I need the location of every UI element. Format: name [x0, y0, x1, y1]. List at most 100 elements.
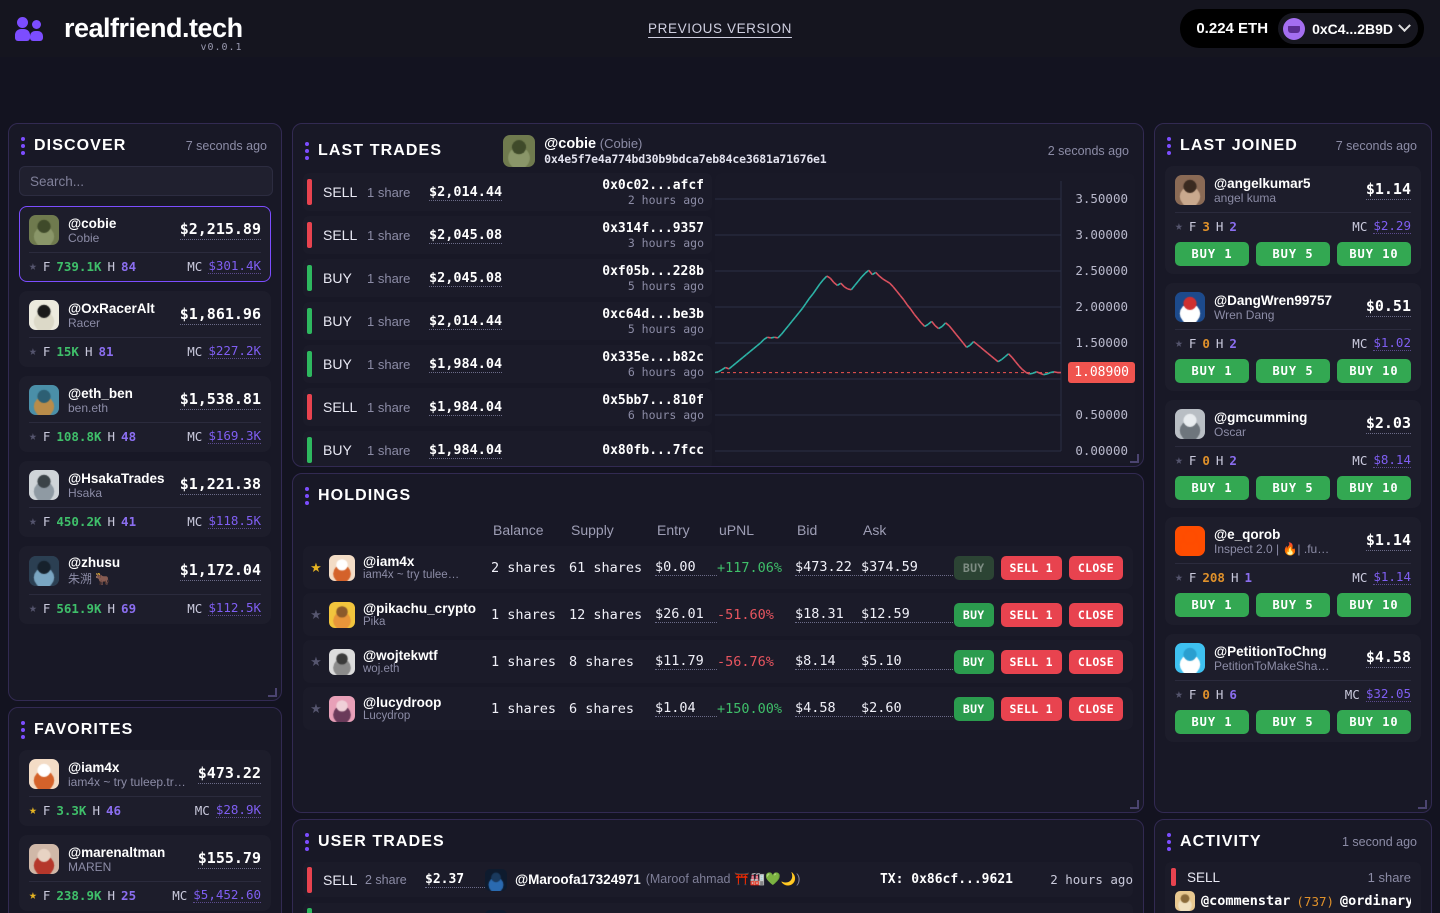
- favorite-star-icon[interactable]: ★: [29, 888, 37, 903]
- drag-handle-icon[interactable]: [1167, 832, 1171, 852]
- resize-handle-icon[interactable]: [1130, 800, 1139, 809]
- drag-handle-icon[interactable]: [305, 832, 309, 852]
- buy-button[interactable]: BUY 1: [1175, 476, 1249, 500]
- drag-handle-icon[interactable]: [305, 486, 309, 506]
- holding-bid: $18.31: [795, 606, 861, 623]
- favorite-star-icon[interactable]: ★: [1175, 570, 1183, 585]
- buy-button[interactable]: BUY: [954, 697, 994, 721]
- sell-button[interactable]: SELL 1: [1001, 603, 1062, 627]
- close-button[interactable]: CLOSE: [1069, 603, 1123, 627]
- favorite-star-icon[interactable]: ★: [1175, 336, 1183, 351]
- close-button[interactable]: CLOSE: [1069, 556, 1123, 580]
- discover-item[interactable]: @cobieCobie$2,215.89★F739.1KH84MC$301.4K: [19, 206, 271, 282]
- last-joined-item[interactable]: @DangWren99757Wren Dang$0.51★F0H2MC$1.02…: [1165, 283, 1421, 391]
- favorite-star-icon[interactable]: ★: [303, 701, 329, 717]
- trades-list[interactable]: SELL1 share$2,014.440x0c02...afcf2 hours…: [293, 173, 715, 467]
- resize-handle-icon[interactable]: [1130, 454, 1139, 463]
- user-price: $1,172.04: [180, 561, 261, 581]
- trade-time: 2 hours ago: [602, 193, 704, 207]
- trade-row[interactable]: BUY1 share$2,014.440xc64d...be3b5 hours …: [303, 302, 712, 340]
- favorites-list[interactable]: @iam4xiam4x ~ try tuleep.tr…$473.22★F3.3…: [9, 750, 281, 913]
- sell-button[interactable]: SELL 1: [1001, 650, 1062, 674]
- sell-button[interactable]: SELL 1: [1001, 697, 1062, 721]
- buy-button[interactable]: BUY 1: [1175, 242, 1249, 266]
- close-button[interactable]: CLOSE: [1069, 650, 1123, 674]
- trade-row[interactable]: BUY1 share$2,045.080xf05b...228b5 hours …: [303, 259, 712, 297]
- discover-item[interactable]: @zhusu朱溯 🐂$1,172.04★F561.9KH69MC$112.5K: [19, 546, 271, 624]
- discover-item[interactable]: @eth_benben.eth$1,538.81★F108.8KH48MC$16…: [19, 376, 271, 452]
- last-joined-item[interactable]: @angelkumar5angel kuma$1.14★F3H2MC$2.29B…: [1165, 166, 1421, 274]
- favorite-star-icon[interactable]: ★: [303, 607, 329, 623]
- buy-button[interactable]: BUY 10: [1337, 710, 1411, 734]
- sell-button[interactable]: SELL 1: [1001, 556, 1062, 580]
- drag-handle-icon[interactable]: [21, 136, 25, 156]
- trade-row[interactable]: SELL1 share$2,045.080x314f...93573 hours…: [303, 216, 712, 254]
- buy-button[interactable]: BUY: [954, 650, 994, 674]
- favorite-star-icon[interactable]: ★: [1175, 687, 1183, 702]
- buy-button[interactable]: BUY 1: [1175, 710, 1249, 734]
- favorite-item[interactable]: @marenaltmanMAREN$155.79★F238.9KH25MC$5,…: [19, 835, 271, 911]
- buy-button[interactable]: BUY 5: [1256, 476, 1330, 500]
- buy-button[interactable]: BUY 1: [1175, 593, 1249, 617]
- favorite-star-icon[interactable]: ★: [29, 259, 37, 274]
- favorite-star-icon[interactable]: ★: [29, 514, 37, 529]
- holdings-row[interactable]: ★@wojtekwtfwoj.eth1 shares8 shares$11.79…: [303, 640, 1133, 683]
- search-input[interactable]: [19, 166, 273, 196]
- drag-handle-icon[interactable]: [1167, 136, 1171, 156]
- trade-row[interactable]: SELL1 share$1,984.040x5bb7...810f6 hours…: [303, 388, 712, 426]
- wallet-address-button[interactable]: 0xC4...2B9D: [1278, 13, 1418, 44]
- buy-button[interactable]: BUY 10: [1337, 359, 1411, 383]
- favorite-item[interactable]: @iam4xiam4x ~ try tuleep.tr…$473.22★F3.3…: [19, 750, 271, 826]
- last-trades-subject[interactable]: @cobie (Cobie) 0x4e5f7e4a774bd30b9bdca7e…: [503, 135, 826, 167]
- favorite-star-icon[interactable]: ★: [29, 429, 37, 444]
- activity-row[interactable]: SELL1 share@commenstar(737)@ordinaryu: [1165, 862, 1421, 913]
- favorite-star-icon[interactable]: ★: [29, 344, 37, 359]
- resize-handle-icon[interactable]: [268, 688, 277, 697]
- discover-item[interactable]: @OxRacerAltRacer$1,861.96★F15KH81MC$227.…: [19, 291, 271, 367]
- favorite-star-icon[interactable]: ★: [303, 654, 329, 670]
- trade-row[interactable]: BUY1 share$1,984.040x80fb...7fcc: [303, 431, 712, 467]
- drag-handle-icon[interactable]: [21, 720, 25, 740]
- trade-hash: 0x314f...9357: [602, 221, 704, 236]
- close-button[interactable]: CLOSE: [1069, 697, 1123, 721]
- last-joined-item[interactable]: @e_qorobInspect 2.0 | 🔥| .fuel…$1.14★F20…: [1165, 517, 1421, 625]
- trade-row[interactable]: SELL1 share$2,014.440x0c02...afcf2 hours…: [303, 173, 712, 211]
- buy-button[interactable]: BUY 5: [1256, 359, 1330, 383]
- holdings-row[interactable]: ★@lucydroopLucydrop1 shares6 shares$1.04…: [303, 687, 1133, 730]
- buy-button[interactable]: BUY 10: [1337, 593, 1411, 617]
- buy-button[interactable]: BUY 5: [1256, 710, 1330, 734]
- last-joined-item[interactable]: @PetitionToChngPetitionToMakeShar…$4.58★…: [1165, 634, 1421, 742]
- holdings-row[interactable]: ★@iam4xiam4x ~ try tulee…2 shares61 shar…: [303, 546, 1133, 589]
- favorite-star-icon[interactable]: ★: [1175, 219, 1183, 234]
- resize-handle-icon[interactable]: [1418, 800, 1427, 809]
- activity-rows[interactable]: SELL1 share@commenstar(737)@ordinaryuSEL…: [1155, 862, 1431, 913]
- wallet-widget[interactable]: 0.224 ETH 0xC4...2B9D: [1180, 9, 1424, 48]
- buy-button[interactable]: BUY: [954, 556, 994, 580]
- last-joined-list[interactable]: @angelkumar5angel kuma$1.14★F3H2MC$2.29B…: [1155, 166, 1431, 759]
- holdings-row[interactable]: ★@pikachu_cryptoPika1 shares12 shares$26…: [303, 593, 1133, 636]
- favorites-header: FAVORITES: [9, 708, 281, 750]
- chevron-down-icon[interactable]: [1398, 19, 1411, 32]
- favorite-star-icon[interactable]: ★: [303, 560, 329, 576]
- holdings-rows[interactable]: ★@iam4xiam4x ~ try tulee…2 shares61 shar…: [293, 546, 1143, 730]
- drag-handle-icon[interactable]: [305, 141, 309, 161]
- discover-list[interactable]: @cobieCobie$2,215.89★F739.1KH84MC$301.4K…: [9, 206, 281, 641]
- last-joined-item[interactable]: @gmcummingOscar$2.03★F0H2MC$8.14BUY 1BUY…: [1165, 400, 1421, 508]
- favorite-star-icon[interactable]: ★: [29, 601, 37, 616]
- favorite-star-icon[interactable]: ★: [29, 803, 37, 818]
- buy-button[interactable]: BUY 5: [1256, 593, 1330, 617]
- discover-item[interactable]: @HsakaTradesHsaka$1,221.38★F450.2KH41MC$…: [19, 461, 271, 537]
- previous-version-link[interactable]: PREVIOUS VERSION: [648, 21, 792, 36]
- user-trades-rows[interactable]: SELL2 share$2.37@Maroofa17324971(Maroof …: [293, 862, 1143, 913]
- buy-button[interactable]: BUY: [954, 603, 994, 627]
- favorite-star-icon[interactable]: ★: [1175, 453, 1183, 468]
- trade-row[interactable]: BUY1 share$1,984.040x335e...b82c6 hours …: [303, 345, 712, 383]
- buy-button[interactable]: BUY 10: [1337, 242, 1411, 266]
- buy-button[interactable]: BUY 1: [1175, 359, 1249, 383]
- buy-button[interactable]: BUY 10: [1337, 476, 1411, 500]
- buy-button[interactable]: BUY 5: [1256, 242, 1330, 266]
- price-chart[interactable]: 0.000000.500001.000001.500002.000002.500…: [715, 173, 1135, 463]
- user-trade-row[interactable]: BUY2 share$0.75@Maroofa17324971(Maroof a…: [303, 903, 1133, 913]
- user-trade-row[interactable]: SELL2 share$2.37@Maroofa17324971(Maroof …: [303, 862, 1133, 897]
- brand-logo[interactable]: realfriend.tech v0.0.1: [16, 15, 243, 42]
